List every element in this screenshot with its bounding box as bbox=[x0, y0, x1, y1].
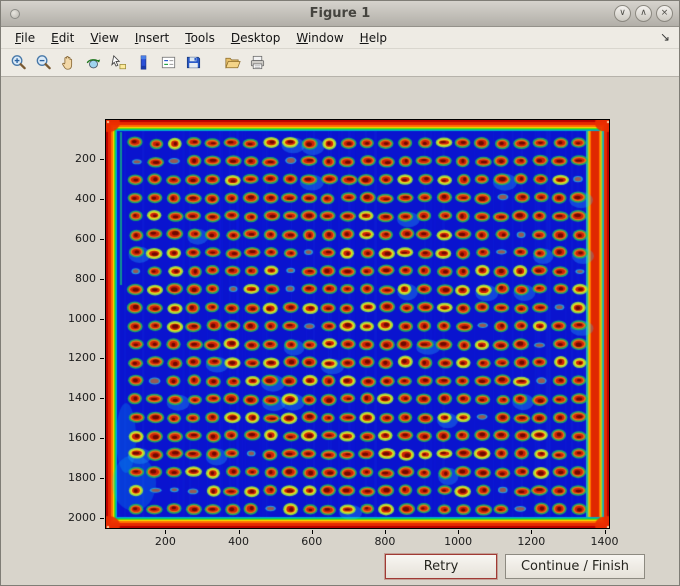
insert-colorbar-icon[interactable] bbox=[132, 52, 154, 74]
x-tick-label: 1400 bbox=[590, 535, 619, 548]
zoom-in-icon[interactable] bbox=[7, 52, 29, 74]
y-tick bbox=[100, 198, 104, 200]
x-tick bbox=[238, 530, 240, 534]
save-icon[interactable] bbox=[182, 52, 204, 74]
continue-finish-button[interactable]: Continue / Finish bbox=[505, 554, 645, 579]
menubar-items: File Edit View Insert Tools Desktop Window Help bbox=[7, 28, 395, 48]
x-tick-label: 200 bbox=[154, 535, 176, 548]
menubar: File Edit View Insert Tools Desktop Window Help… bbox=[1, 27, 679, 49]
y-tick-label: 2000 bbox=[68, 511, 96, 525]
y-tick-label: 400 bbox=[75, 191, 96, 205]
rotate-3d-icon[interactable] bbox=[82, 52, 104, 74]
toolbar bbox=[1, 49, 679, 77]
window-title: Figure 1 bbox=[309, 6, 371, 21]
figure-window: Figure 1 ∨ ∧ × File Edit View Insert Tools Desk… bbox=[0, 0, 680, 586]
y-tick-label: 1000 bbox=[68, 311, 96, 325]
menu-help[interactable]: Help bbox=[352, 28, 395, 48]
open-icon[interactable] bbox=[221, 52, 243, 74]
y-tick bbox=[100, 518, 104, 520]
x-tick-label: 600 bbox=[301, 535, 323, 548]
x-tick bbox=[604, 530, 606, 534]
menu-edit[interactable]: Edit bbox=[43, 28, 82, 48]
x-tick bbox=[311, 530, 313, 534]
pan-icon[interactable] bbox=[57, 52, 79, 74]
y-tick bbox=[100, 398, 104, 400]
print-icon[interactable] bbox=[246, 52, 268, 74]
window-controls: ∨ ∧ × bbox=[614, 5, 673, 22]
y-tick bbox=[100, 478, 104, 480]
y-tick bbox=[100, 278, 104, 280]
x-tick-label: 800 bbox=[374, 535, 396, 548]
toolbar-separator bbox=[207, 52, 218, 74]
maximize-button[interactable]: ∧ bbox=[635, 5, 652, 22]
dock-figure-icon[interactable]: ↘ bbox=[660, 30, 670, 44]
y-tick-label: 200 bbox=[75, 151, 96, 165]
figure-area: Retry Continue / Finish 200 400 600 800 1000… bbox=[1, 78, 679, 585]
y-tick-label: 800 bbox=[75, 271, 96, 285]
x-tick-label: 1200 bbox=[517, 535, 546, 548]
menu-file[interactable]: File bbox=[7, 28, 43, 48]
plot-axes bbox=[105, 119, 610, 529]
y-tick-label: 1800 bbox=[68, 471, 96, 485]
x-tick-label: 1000 bbox=[444, 535, 473, 548]
zoom-out-icon[interactable] bbox=[32, 52, 54, 74]
menu-view[interactable]: View bbox=[82, 28, 126, 48]
menu-desktop[interactable]: Desktop bbox=[223, 28, 289, 48]
y-tick-label: 1200 bbox=[68, 351, 96, 365]
x-tick bbox=[384, 530, 386, 534]
retry-button[interactable]: Retry bbox=[385, 554, 497, 579]
menu-tools[interactable]: Tools bbox=[177, 28, 223, 48]
insert-legend-icon[interactable] bbox=[157, 52, 179, 74]
y-tick bbox=[100, 238, 104, 240]
microarray-image[interactable] bbox=[106, 120, 609, 528]
y-tick bbox=[100, 358, 104, 360]
y-tick-label: 1400 bbox=[68, 391, 96, 405]
data-cursor-icon[interactable] bbox=[107, 52, 129, 74]
y-tick bbox=[100, 318, 104, 320]
y-tick-label: 600 bbox=[75, 231, 96, 245]
titlebar[interactable]: Figure 1 ∨ ∧ × bbox=[1, 1, 679, 27]
y-tick bbox=[100, 438, 104, 440]
y-tick bbox=[100, 158, 104, 160]
shade-button[interactable]: ∨ bbox=[614, 5, 631, 22]
close-button[interactable]: × bbox=[656, 5, 673, 22]
x-tick-label: 400 bbox=[228, 535, 250, 548]
menu-window[interactable]: Window bbox=[288, 28, 351, 48]
y-tick-label: 1600 bbox=[68, 431, 96, 445]
x-tick bbox=[531, 530, 533, 534]
x-tick bbox=[458, 530, 460, 534]
window-menu-icon[interactable] bbox=[10, 9, 20, 19]
x-tick bbox=[165, 530, 167, 534]
menu-insert[interactable]: Insert bbox=[127, 28, 177, 48]
